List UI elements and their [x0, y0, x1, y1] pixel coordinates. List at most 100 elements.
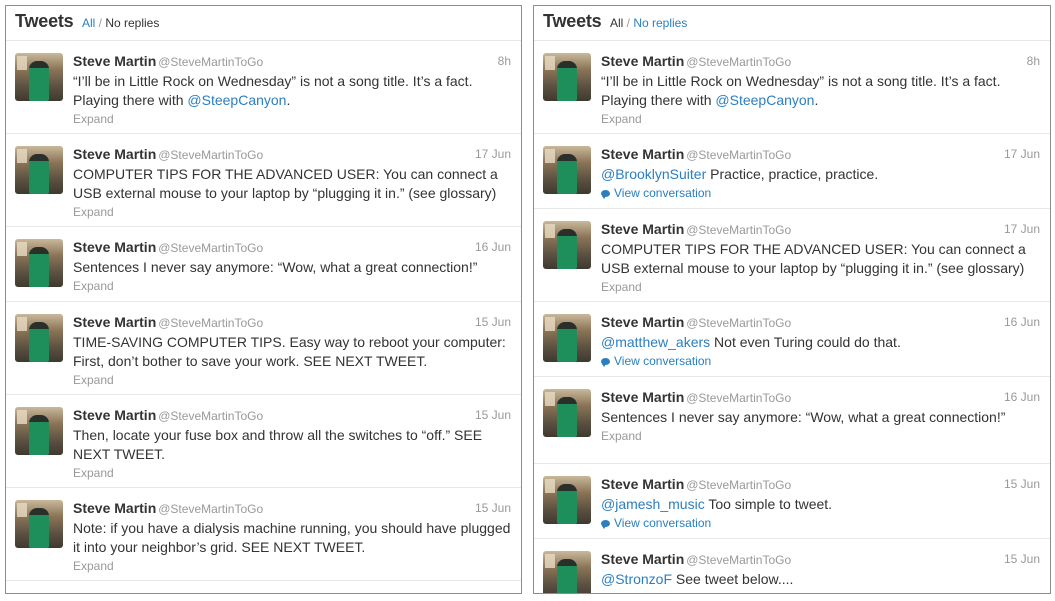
tweet-item[interactable]: Steve Martin @SteveMartinToGo 15 Jun TIME-S… — [6, 302, 521, 395]
view-conversation-label: View conversation — [614, 516, 712, 530]
tweet-timestamp[interactable]: 15 Jun — [1004, 551, 1040, 568]
tweet-text-body: Note: if you have a dialysis machine run… — [73, 520, 511, 555]
view-conversation-link[interactable]: View conversation — [601, 185, 1040, 201]
avatar-background — [545, 317, 555, 331]
tweet-text-tail: See tweet below.... — [672, 571, 794, 587]
tweet-timestamp[interactable]: 8h — [1027, 53, 1040, 70]
tweet-item[interactable]: Steve Martin @SteveMartinToGo 17 Jun COMPUT… — [534, 209, 1050, 302]
filter-no-replies-link[interactable]: No replies — [633, 16, 687, 30]
tweet-item[interactable]: Steve Martin @SteveMartinToGo 17 Jun COMPUT… — [6, 134, 521, 227]
avatar[interactable] — [15, 239, 63, 287]
tweet-timestamp[interactable]: 16 Jun — [475, 239, 511, 256]
mention-link[interactable]: @StronzoF — [601, 571, 672, 587]
expand-link[interactable]: Expand — [73, 465, 511, 481]
tweet-timestamp[interactable]: 17 Jun — [1004, 221, 1040, 238]
tweet-author-name[interactable]: Steve Martin — [73, 407, 156, 423]
expand-link[interactable]: Expand — [73, 278, 511, 294]
right-timeline-panel: Tweets All / No replies Steve Martin @Ste… — [533, 5, 1051, 594]
tweet-author-handle[interactable]: @SteveMartinToGo — [158, 502, 263, 516]
expand-link[interactable]: Expand — [601, 111, 1040, 127]
tweet-item[interactable]: Steve Martin @SteveMartinToGo 15 Jun Note: … — [6, 488, 521, 581]
filter-all-link[interactable]: All — [610, 16, 623, 30]
avatar[interactable] — [543, 389, 591, 437]
expand-link[interactable]: Expand — [73, 372, 511, 388]
tweet-author-name[interactable]: Steve Martin — [73, 239, 156, 255]
view-conversation-link[interactable]: View conversation — [601, 515, 1040, 531]
avatar[interactable] — [543, 53, 591, 101]
tweet-author-handle[interactable]: @SteveMartinToGo — [158, 148, 263, 162]
tweet-timestamp[interactable]: 16 Jun — [1004, 389, 1040, 406]
avatar-figure — [557, 484, 577, 524]
view-conversation-label: View conversation — [614, 591, 711, 593]
avatar[interactable] — [15, 500, 63, 548]
mention-link[interactable]: @matthew_akers — [601, 334, 710, 350]
tweet-timestamp[interactable]: 15 Jun — [475, 314, 511, 331]
mention-link[interactable]: @BrooklynSuiter — [601, 166, 706, 182]
tweet-author-name[interactable]: Steve Martin — [601, 146, 684, 162]
tweet-author-name[interactable]: Steve Martin — [601, 476, 684, 492]
tweet-timestamp[interactable]: 17 Jun — [475, 146, 511, 163]
tweet-author-name[interactable]: Steve Martin — [601, 221, 684, 237]
tweet-author-name[interactable]: Steve Martin — [601, 314, 684, 330]
avatar[interactable] — [543, 476, 591, 524]
tweet-author-name[interactable]: Steve Martin — [73, 500, 156, 516]
tweet-author-name[interactable]: Steve Martin — [73, 53, 156, 69]
tweet-author-name[interactable]: Steve Martin — [601, 389, 684, 405]
expand-link[interactable]: Expand — [601, 279, 1040, 295]
tweet-item[interactable]: Steve Martin @SteveMartinToGo 8h “I’ll be i… — [6, 41, 521, 134]
tweet-author-handle[interactable]: @SteveMartinToGo — [158, 316, 263, 330]
tweet-author-handle[interactable]: @SteveMartinToGo — [158, 241, 263, 255]
tweet-timestamp[interactable]: 15 Jun — [475, 500, 511, 517]
avatar[interactable] — [15, 407, 63, 455]
filter-all-link[interactable]: All — [82, 16, 95, 30]
tweet-author-name[interactable]: Steve Martin — [601, 551, 684, 567]
avatar[interactable] — [15, 146, 63, 194]
expand-link[interactable]: Expand — [73, 558, 511, 574]
tweet-author-handle[interactable]: @SteveMartinToGo — [686, 55, 791, 69]
tweet-item[interactable]: Steve Martin @SteveMartinToGo 16 Jun @matth… — [534, 302, 1050, 377]
mention-link[interactable]: @jamesh_music — [601, 496, 705, 512]
avatar[interactable] — [543, 221, 591, 269]
tweet-author-handle[interactable]: @SteveMartinToGo — [686, 316, 791, 330]
tweet-author-name[interactable]: Steve Martin — [73, 146, 156, 162]
tweet-item[interactable]: Steve Martin @SteveMartinToGo 15 Jun Then, … — [6, 395, 521, 488]
tweet-header: Steve Martin @SteveMartinToGo — [73, 314, 511, 332]
tweet-item[interactable]: Steve Martin @SteveMartinToGo 8h “I’ll be i… — [534, 41, 1050, 134]
mention-link[interactable]: @SteepCanyon — [187, 92, 286, 108]
expand-link[interactable]: Expand — [601, 428, 1040, 444]
expand-link[interactable]: Expand — [73, 111, 511, 127]
tweet-item[interactable]: Steve Martin @SteveMartinToGo 16 Jun Senten… — [534, 377, 1050, 464]
tweet-item[interactable]: Steve Martin @SteveMartinToGo 17 Jun @Brook… — [534, 134, 1050, 209]
tweet-item[interactable]: Steve Martin @SteveMartinToGo 16 Jun Senten… — [6, 227, 521, 302]
avatar[interactable] — [543, 551, 591, 593]
tweet-text-body: Sentences I never say anymore: “Wow, wha… — [73, 259, 478, 275]
tweet-author-handle[interactable]: @SteveMartinToGo — [158, 55, 263, 69]
tweet-author-handle[interactable]: @SteveMartinToGo — [158, 409, 263, 423]
mention-link[interactable]: @SteepCanyon — [715, 92, 814, 108]
tweet-timestamp[interactable]: 8h — [498, 53, 511, 70]
filter-no-replies-link[interactable]: No replies — [105, 16, 159, 30]
avatar-figure — [557, 322, 577, 362]
tweet-timestamp[interactable]: 17 Jun — [1004, 146, 1040, 163]
tweet-author-handle[interactable]: @SteveMartinToGo — [686, 223, 791, 237]
tweet-author-handle[interactable]: @SteveMartinToGo — [686, 553, 791, 567]
view-conversation-link[interactable]: View conversation — [601, 590, 1040, 593]
tweet-item[interactable]: Steve Martin @SteveMartinToGo 15 Jun @james… — [534, 464, 1050, 539]
tweet-author-handle[interactable]: @SteveMartinToGo — [686, 148, 791, 162]
tweet-author-name[interactable]: Steve Martin — [601, 53, 684, 69]
avatar[interactable] — [543, 146, 591, 194]
tweet-text-tail: Not even Turing could do that. — [710, 334, 901, 350]
tweet-timestamp[interactable]: 15 Jun — [1004, 476, 1040, 493]
tweet-author-handle[interactable]: @SteveMartinToGo — [686, 391, 791, 405]
tweet-author-handle[interactable]: @SteveMartinToGo — [686, 478, 791, 492]
avatar[interactable] — [15, 314, 63, 362]
avatar[interactable] — [15, 53, 63, 101]
tweet-timestamp[interactable]: 16 Jun — [1004, 314, 1040, 331]
avatar-figure — [557, 229, 577, 269]
avatar[interactable] — [543, 314, 591, 362]
view-conversation-link[interactable]: View conversation — [601, 353, 1040, 369]
tweet-timestamp[interactable]: 15 Jun — [475, 407, 511, 424]
expand-link[interactable]: Expand — [73, 204, 511, 220]
tweet-author-name[interactable]: Steve Martin — [73, 314, 156, 330]
tweet-item[interactable]: Steve Martin @SteveMartinToGo 15 Jun @Stron… — [534, 539, 1050, 593]
